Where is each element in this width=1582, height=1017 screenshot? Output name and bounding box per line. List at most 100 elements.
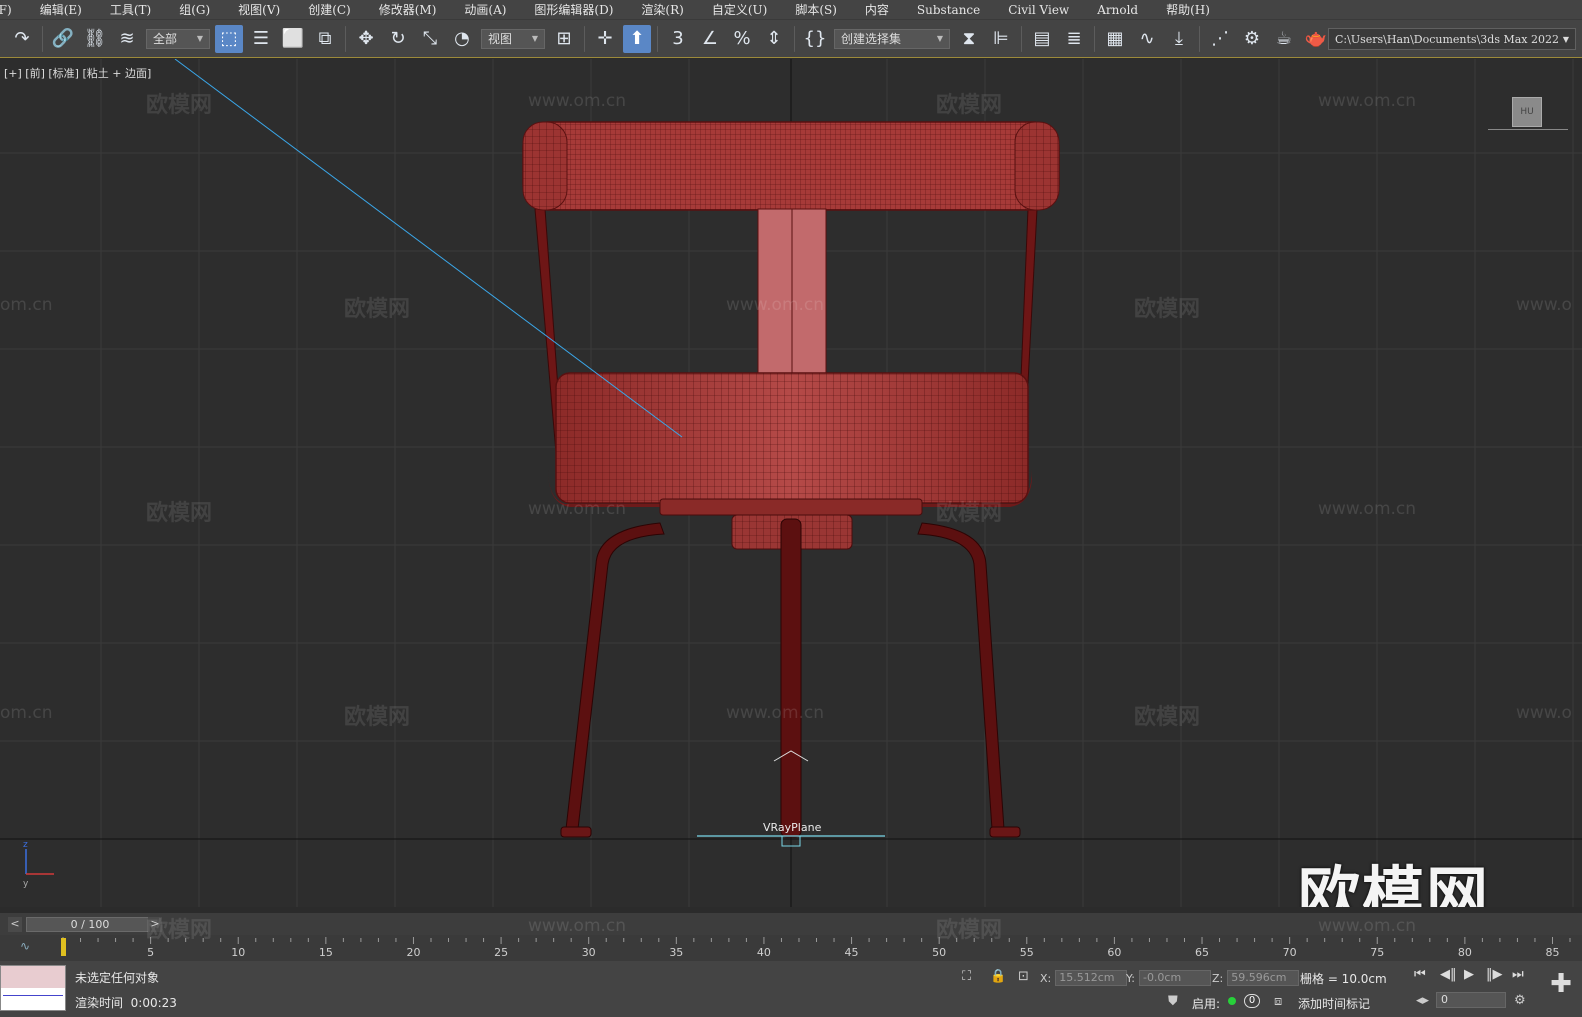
curve-editor-icon[interactable]: ∿ (1133, 25, 1161, 53)
dope-sheet-icon[interactable]: ⤓ (1165, 25, 1193, 53)
previous-frame-icon[interactable]: ◀‖ (1440, 967, 1457, 982)
watermark-text: 欧模网 (936, 93, 1003, 118)
adaptive-degradation-icon[interactable]: ⛊ (1168, 994, 1178, 1009)
menu-scripting[interactable]: 脚本(S) (781, 1, 851, 18)
viewport-label[interactable]: [+] [前] [标准] [粘土 + 边面] (4, 65, 151, 81)
current-frame-marker[interactable] (61, 938, 66, 956)
menu-group[interactable]: 组(G) (165, 1, 224, 18)
watermark-url: www.om.cn (726, 703, 825, 723)
watermark-url: www.om.cn (528, 916, 627, 936)
keyboard-shortcut-override-icon[interactable]: ⬆ (623, 24, 651, 53)
menu-rendering[interactable]: 渲染(R) (627, 1, 697, 18)
select-by-name-icon[interactable]: ☰ (247, 25, 275, 53)
menu-file[interactable]: (F) (0, 3, 26, 17)
menu-tools[interactable]: 工具(T) (96, 1, 165, 18)
front-viewport[interactable]: z y [+] [前] [标准] [粘土 + 边面] VRayPlane HU … (0, 59, 1582, 907)
absolute-mode-icon[interactable]: ⊡ (1018, 969, 1029, 984)
ribbon-toggle-icon[interactable]: ▦ (1101, 25, 1129, 53)
maxscript-mini-listener[interactable] (0, 965, 66, 1011)
curve-editor-mini-icon[interactable]: ∿ (20, 939, 30, 953)
window-crossing-icon[interactable]: ⧉ (311, 25, 339, 53)
selection-lock-icon[interactable]: 🔒 (990, 969, 1006, 984)
watermark-url: www.om.cn (1318, 916, 1417, 936)
watermark-url: www.om.cn (726, 295, 825, 315)
mirror-icon[interactable]: ⧗ (955, 25, 983, 53)
select-object-icon[interactable]: ⬚ (215, 24, 243, 53)
scene-explorer-icon[interactable]: ▤ (1028, 25, 1056, 53)
coord-y-field[interactable]: -0.0cm (1138, 970, 1211, 986)
key-mode-icon[interactable]: ◂▸ (1416, 993, 1429, 1008)
menu-create[interactable]: 创建(C) (294, 1, 365, 18)
ruler-tick-label: 50 (932, 946, 946, 959)
render-production-icon[interactable]: 🫖 (1302, 25, 1330, 53)
watermark-text: 欧模网 (344, 297, 411, 322)
coord-x: X: 15.512cm (1040, 970, 1128, 986)
go-to-start-icon[interactable]: ⏮ (1414, 967, 1426, 982)
menu-edit[interactable]: 编辑(E) (26, 1, 96, 18)
menu-customize[interactable]: 自定义(U) (698, 1, 781, 18)
add-time-tag-button[interactable]: 添加时间标记 (1298, 995, 1370, 1012)
scale-icon[interactable]: ⤡ (416, 25, 444, 53)
viewport-nav-plus-icon[interactable]: ✚ (1546, 970, 1576, 1000)
selection-filter-dropdown[interactable]: 全部 ▼ (146, 28, 210, 49)
menu-help[interactable]: 帮助(H) (1152, 1, 1224, 18)
watermark-text: 欧模网 (936, 918, 1003, 943)
coord-z-field[interactable]: 59.596cm (1227, 970, 1300, 986)
isolate-selection-icon[interactable]: ⛶ (962, 969, 971, 984)
watermark-url: om.cn (0, 703, 53, 723)
play-icon[interactable]: ▶ (1464, 967, 1474, 982)
edit-named-selection-icon[interactable]: {} (801, 25, 829, 53)
current-frame-input[interactable]: 0 (1436, 992, 1506, 1008)
percent-snap-icon[interactable]: % (728, 25, 756, 53)
next-frame-icon[interactable]: ‖▶ (1486, 967, 1503, 982)
menu-modifiers[interactable]: 修改器(M) (365, 1, 451, 18)
watermark-url: www.o (1516, 295, 1572, 315)
bind-space-warp-icon[interactable]: ≋ (113, 25, 141, 53)
chevron-down-icon: ▼ (196, 34, 203, 43)
viewcube-icon[interactable]: HU (1512, 97, 1542, 127)
time-config-icon[interactable]: ⚙ (1514, 993, 1526, 1008)
menu-content[interactable]: 内容 (851, 1, 903, 18)
coord-z-label: Z: (1212, 971, 1224, 985)
time-tag-icon[interactable]: ⧈ (1274, 994, 1282, 1009)
angle-snap-icon[interactable]: ∠ (696, 25, 724, 53)
listener-input[interactable] (1, 966, 65, 988)
place-icon[interactable]: ◔ (448, 25, 476, 53)
link-icon[interactable]: 🔗 (49, 25, 77, 53)
reference-coordinate-dropdown[interactable]: 视图 ▼ (481, 28, 545, 49)
go-to-end-icon[interactable]: ⏭ (1512, 967, 1524, 982)
spinner-snap-icon[interactable]: ⇕ (760, 25, 788, 53)
menu-substance[interactable]: Substance (903, 3, 994, 17)
time-slider-prev-button[interactable]: < (8, 917, 22, 932)
redo-icon[interactable]: ↷ (8, 25, 36, 53)
move-icon[interactable]: ✥ (352, 25, 380, 53)
time-slider-handle[interactable]: 0 / 100 (26, 917, 154, 932)
rendered-frame-window-icon[interactable]: ☕ (1270, 25, 1298, 53)
watermark-text: 欧模网 (1134, 297, 1201, 322)
schematic-view-icon[interactable]: ⋰ (1206, 25, 1234, 53)
unlink-icon[interactable]: ⛓ (81, 25, 109, 53)
menu-graph-editors[interactable]: 图形编辑器(D) (520, 1, 627, 18)
menu-animation[interactable]: 动画(A) (450, 1, 520, 18)
chevron-down-icon: ▼ (1562, 34, 1569, 44)
named-selection-dropdown[interactable]: 创建选择集 ▼ (834, 28, 950, 49)
ruler-tick-label: 70 (1283, 946, 1297, 959)
rectangular-selection-icon[interactable]: ⬜ (279, 25, 307, 53)
rotate-icon[interactable]: ↻ (384, 25, 412, 53)
layer-explorer-icon[interactable]: ≣ (1060, 25, 1088, 53)
snaps-toggle-icon[interactable]: 3 (664, 25, 692, 53)
render-setup-icon[interactable]: ⚙ (1238, 25, 1266, 53)
align-icon[interactable]: ⊫ (987, 25, 1015, 53)
select-manipulate-icon[interactable]: ✛ (591, 25, 619, 53)
menu-arnold[interactable]: Arnold (1083, 3, 1152, 17)
menu-views[interactable]: 视图(V) (224, 1, 294, 18)
chevron-down-icon: ▼ (936, 34, 943, 43)
coord-x-field[interactable]: 15.512cm (1055, 970, 1128, 986)
svg-text:y: y (23, 879, 29, 889)
menu-civil-view[interactable]: Civil View (994, 3, 1083, 17)
watermark-url: www.om.cn (1318, 91, 1417, 111)
chevron-down-icon: ▼ (531, 34, 538, 43)
project-path-dropdown[interactable]: C:\Users\Han\Documents\3ds Max 2022 ▼ (1328, 28, 1576, 50)
track-bar[interactable]: 5 10 15 20 25 30 35 40 45 50 55 60 65 70 75 80 85 ∿ (0, 935, 1582, 961)
pivot-center-icon[interactable]: ⊞ (550, 25, 578, 53)
